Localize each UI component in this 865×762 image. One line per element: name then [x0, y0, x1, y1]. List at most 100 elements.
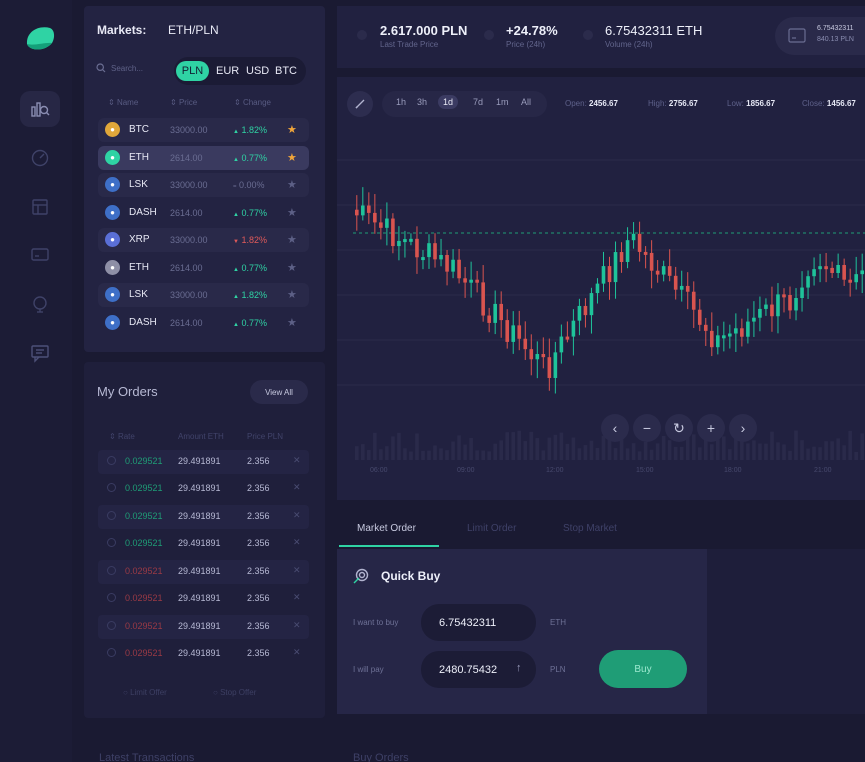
- volume-bar: [613, 448, 618, 460]
- volume-bar: [361, 444, 365, 460]
- candle-body: [655, 270, 660, 275]
- volume-dot-icon: [583, 30, 593, 40]
- limit-offer-option[interactable]: ○ Limit Offer: [123, 688, 167, 697]
- currency-btc-button[interactable]: BTC: [275, 61, 297, 81]
- globe-nav-icon[interactable]: [26, 290, 54, 318]
- rate-header[interactable]: ⇕ Rate: [109, 432, 135, 441]
- timeframe-3h[interactable]: 3h: [417, 97, 427, 107]
- volume-bar: [782, 444, 786, 460]
- cancel-order-icon[interactable]: ✕: [293, 455, 301, 466]
- cancel-order-icon[interactable]: ✕: [293, 592, 301, 603]
- quick-buy-icon: [353, 568, 369, 584]
- cancel-order-icon[interactable]: ✕: [293, 482, 301, 493]
- volume-bar: [691, 434, 696, 460]
- chart-next-button[interactable]: ›: [729, 414, 757, 442]
- candle-body: [493, 303, 497, 323]
- candle-body: [631, 233, 636, 241]
- favorite-star-icon[interactable]: ★: [287, 206, 297, 219]
- wallet-pln-balance: 840.13 PLN: [817, 36, 854, 43]
- timeframe-1d[interactable]: 1d: [438, 95, 459, 109]
- cancel-order-icon[interactable]: ✕: [293, 510, 301, 521]
- candle-body: [427, 243, 431, 258]
- volume-bar: [788, 450, 792, 460]
- markets-pair[interactable]: ETH/PLN: [168, 23, 219, 37]
- change-dot-icon: [484, 30, 494, 40]
- chart-zoom-out-button[interactable]: −: [633, 414, 661, 442]
- wallet-nav-icon[interactable]: [26, 240, 54, 268]
- order-rate: 0.029521: [125, 511, 163, 521]
- market-name: DASH: [129, 207, 157, 218]
- candle-body: [673, 275, 678, 290]
- volume-bar: [673, 446, 678, 460]
- favorite-star-icon[interactable]: ★: [287, 316, 297, 329]
- volume-bar: [529, 431, 534, 460]
- favorite-star-icon[interactable]: ★: [287, 151, 297, 164]
- volume-bar: [493, 443, 497, 460]
- order-status-icon: [107, 538, 116, 547]
- quick-buy-title: Quick Buy: [381, 569, 441, 583]
- buy-amount-input[interactable]: 6.75432311: [421, 604, 536, 641]
- calendar-nav-icon[interactable]: [26, 193, 54, 221]
- timeframe-all[interactable]: All: [521, 97, 531, 107]
- wallet-icon: [788, 28, 806, 43]
- col-change-header[interactable]: ⇕ Change: [234, 98, 271, 107]
- currency-eur-button[interactable]: EUR: [216, 61, 239, 81]
- messages-nav-icon[interactable]: [26, 339, 54, 367]
- market-name: LSK: [129, 289, 148, 300]
- stop-offer-option[interactable]: ○ Stop Offer: [213, 688, 256, 697]
- chart-reset-button[interactable]: ↻: [665, 414, 693, 442]
- cancel-order-icon[interactable]: ✕: [293, 647, 301, 658]
- volume-bar: [625, 448, 630, 460]
- candlestick-chart[interactable]: [337, 130, 865, 470]
- markets-nav-icon[interactable]: [26, 95, 54, 123]
- volume-bar: [661, 435, 666, 460]
- volume-bar: [836, 438, 840, 460]
- cancel-order-icon[interactable]: ✕: [293, 620, 301, 631]
- order-status-icon: [107, 456, 116, 465]
- favorite-star-icon[interactable]: ★: [287, 288, 297, 301]
- candle-body: [457, 259, 461, 279]
- order-price: 2.356: [247, 593, 270, 603]
- volume-bar: [595, 447, 600, 460]
- buy-button[interactable]: Buy: [599, 650, 687, 688]
- candle-body: [637, 233, 642, 252]
- volume-bar: [565, 443, 570, 460]
- cancel-order-icon[interactable]: ✕: [293, 537, 301, 548]
- timeframe-1m[interactable]: 1m: [496, 97, 509, 107]
- favorite-star-icon[interactable]: ★: [287, 261, 297, 274]
- pay-label: I will pay: [353, 665, 384, 674]
- chevron-right-icon: ›: [740, 420, 746, 436]
- candle-body: [475, 279, 479, 283]
- candle-body: [355, 209, 359, 216]
- favorite-star-icon[interactable]: ★: [287, 123, 297, 136]
- chart-zoom-in-button[interactable]: +: [697, 414, 725, 442]
- arrow-up-icon[interactable]: ↑: [516, 662, 522, 674]
- view-all-button[interactable]: View All: [250, 380, 308, 404]
- volume-bar: [842, 445, 846, 460]
- tab-market-order[interactable]: Market Order: [357, 523, 416, 534]
- favorite-star-icon[interactable]: ★: [287, 233, 297, 246]
- cancel-order-icon[interactable]: ✕: [293, 565, 301, 576]
- favorite-star-icon[interactable]: ★: [287, 178, 297, 191]
- dashboard-nav-icon[interactable]: [26, 144, 54, 172]
- lisk-icon: ●: [105, 177, 120, 192]
- currency-pln-button[interactable]: PLN: [176, 61, 209, 81]
- chart-prev-button[interactable]: ‹: [601, 414, 629, 442]
- timeframe-1h[interactable]: 1h: [396, 97, 406, 107]
- volume-bar: [794, 430, 798, 460]
- refresh-icon: ↻: [673, 419, 685, 436]
- logo-icon: [26, 27, 55, 50]
- col-name-header[interactable]: ⇕ Name: [108, 98, 138, 107]
- col-price-header[interactable]: ⇕ Price: [170, 98, 197, 107]
- market-price: 33000.00: [170, 125, 208, 135]
- draw-tool-button[interactable]: [347, 91, 373, 117]
- timeframe-7d[interactable]: 7d: [473, 97, 483, 107]
- candle-body: [716, 335, 720, 348]
- currency-usd-button[interactable]: USD: [246, 61, 269, 81]
- volume-bar: [499, 440, 504, 460]
- tab-stop-market[interactable]: Stop Market: [563, 523, 617, 534]
- markets-search[interactable]: Search...: [96, 63, 143, 73]
- candle-body: [463, 278, 467, 283]
- tab-limit-order[interactable]: Limit Order: [467, 523, 516, 534]
- candle-body: [421, 257, 425, 261]
